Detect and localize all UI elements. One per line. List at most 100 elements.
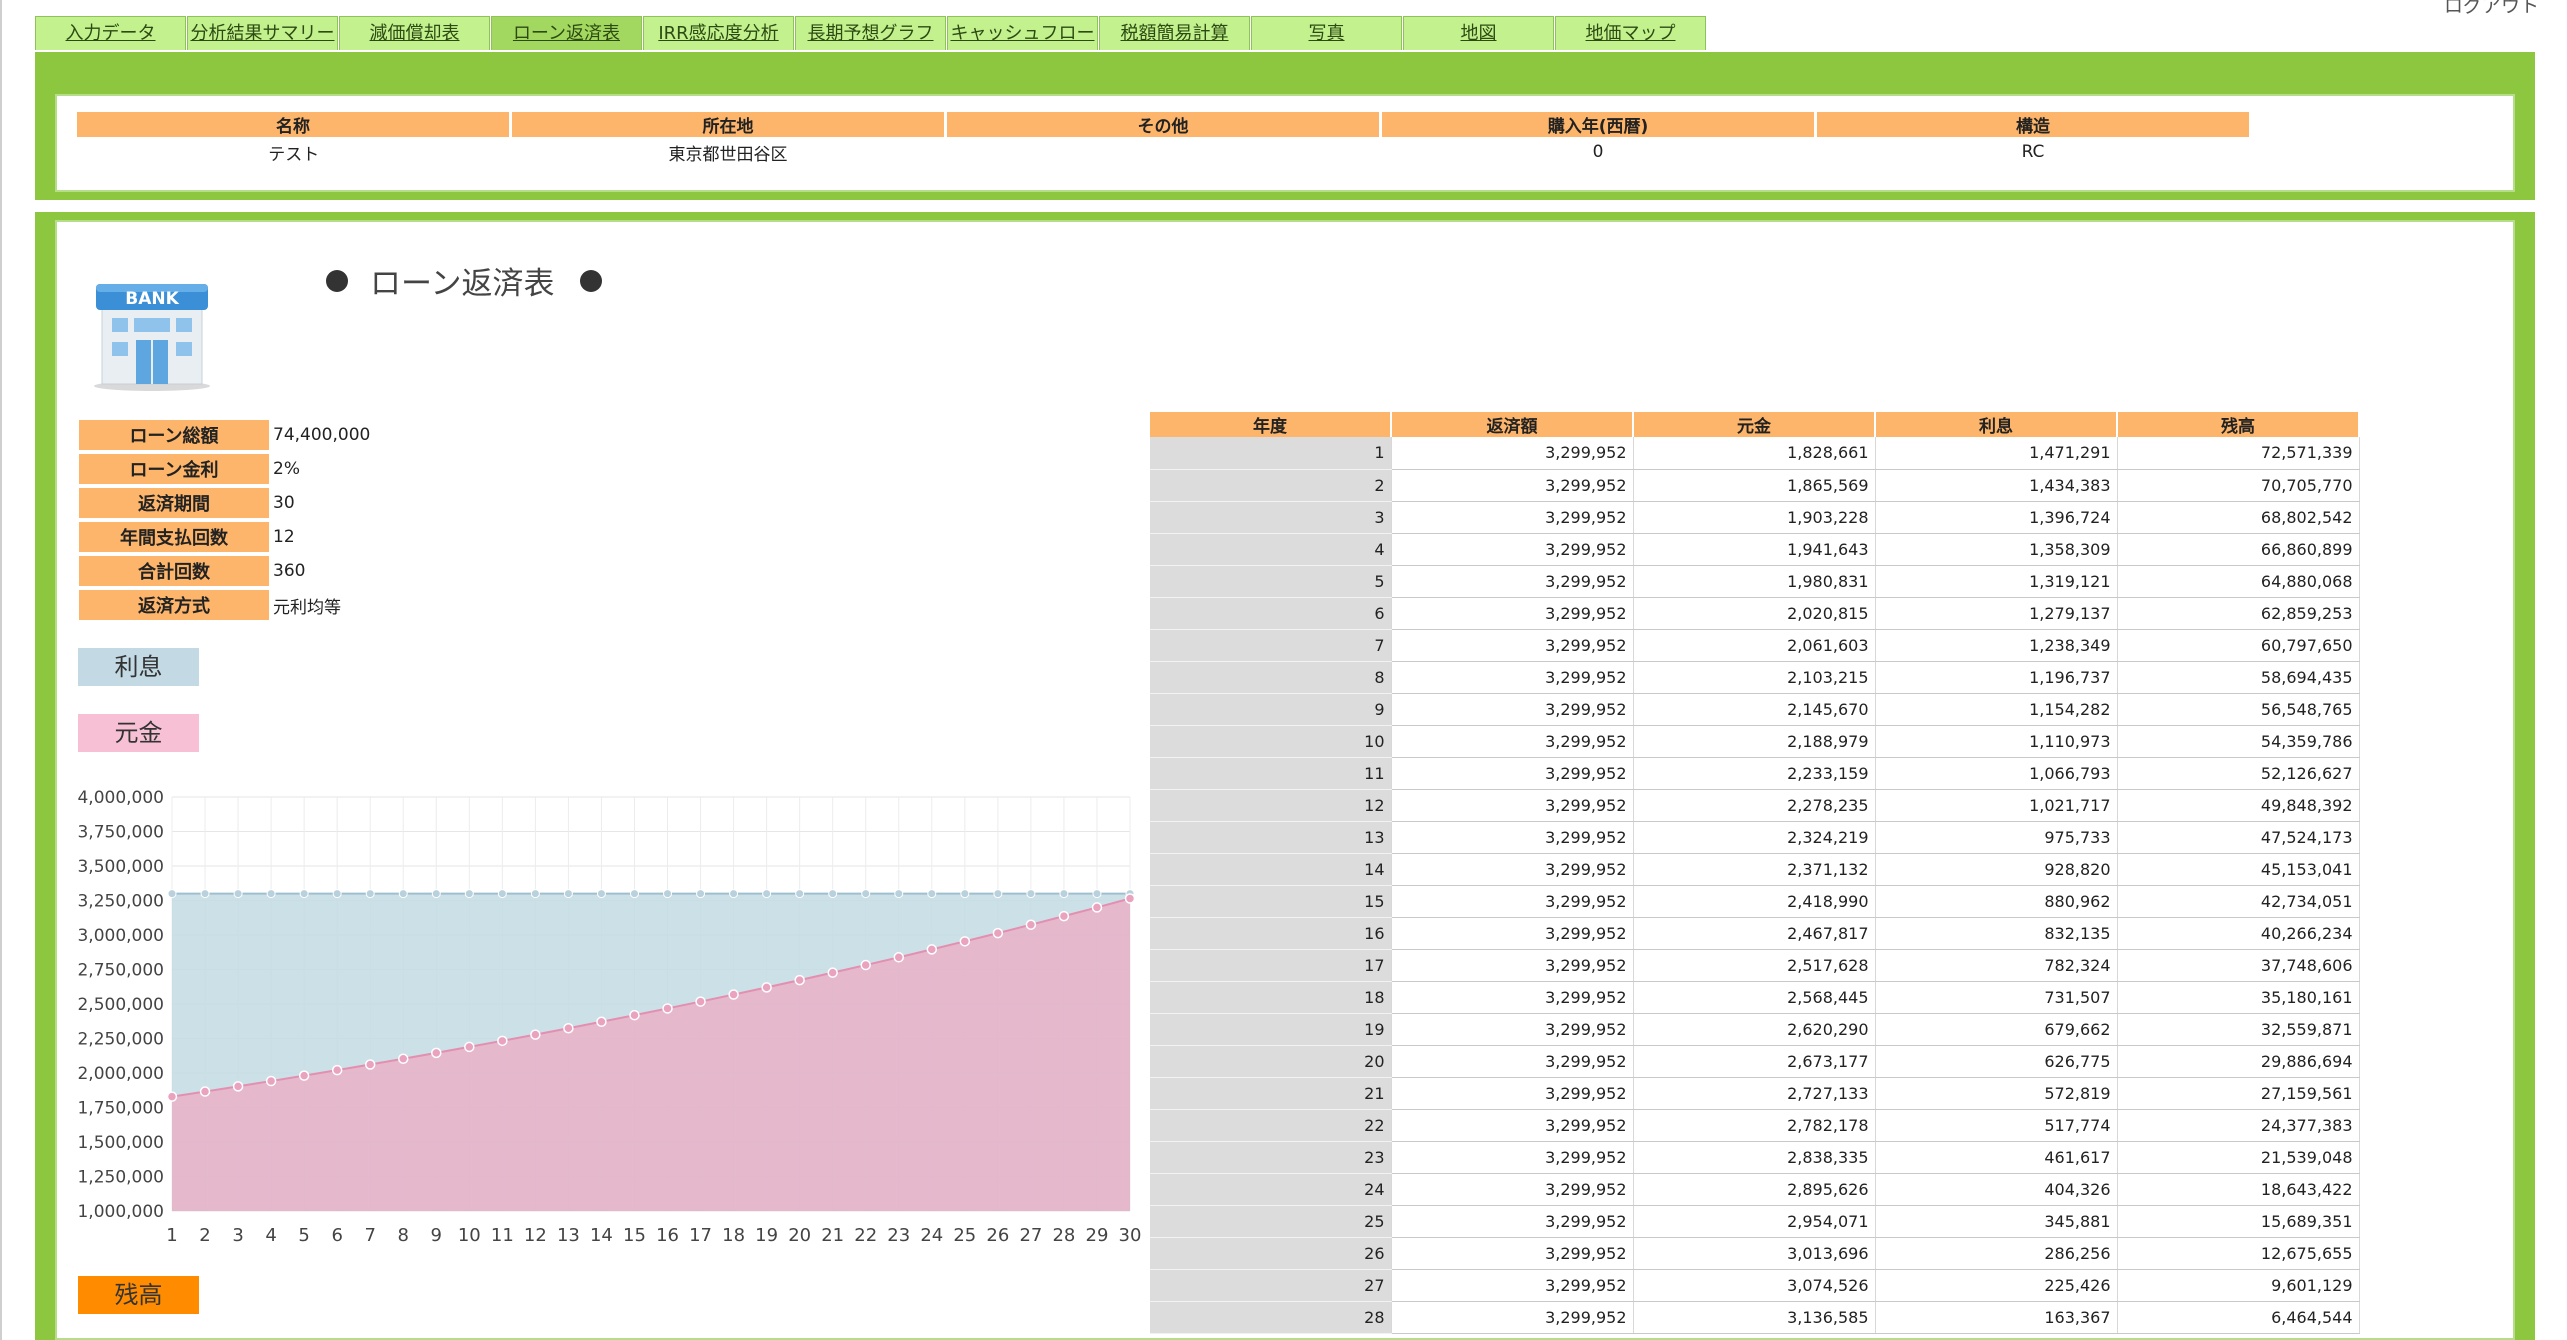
principal-point (959, 936, 971, 947)
y-tick-label: 3,500,000 (77, 857, 164, 877)
amount-cell: 49,848,392 (2117, 789, 2360, 822)
interest-point (960, 889, 970, 899)
tab-6[interactable]: 長期予想グラフ (795, 16, 946, 50)
loan-info-label: ローン総額 (79, 420, 269, 450)
bullet-icon (580, 269, 603, 292)
x-tick-label: 17 (689, 1225, 712, 1246)
amount-cell: 3,299,952 (1391, 789, 1634, 822)
interest-point (398, 889, 408, 899)
amount-cell: 2,145,670 (1633, 693, 1876, 726)
tab-3[interactable]: 減価償却表 (339, 16, 490, 50)
schedule-header: 残高 (2117, 412, 2360, 437)
x-tick-label: 4 (265, 1225, 276, 1246)
amount-cell: 66,860,899 (2117, 533, 2360, 566)
tab-11[interactable]: 地価マップ (1555, 16, 1706, 50)
x-tick-label: 10 (458, 1225, 481, 1246)
tab-1[interactable]: 入力データ (35, 16, 186, 50)
table-row: 11 3,299,952 2,233,159 1,066,793 52,126,627 (1150, 757, 2360, 790)
amount-cell: 2,673,177 (1633, 1045, 1876, 1078)
tab-4[interactable]: ローン返済表 (491, 16, 642, 50)
interest-point (530, 889, 540, 899)
year-cell: 23 (1150, 1141, 1392, 1174)
amount-cell: 72,571,339 (2117, 437, 2360, 470)
tab-9[interactable]: 写真 (1251, 16, 1402, 50)
loan-info-value: 30 (273, 493, 295, 513)
amount-cell: 54,359,786 (2117, 725, 2360, 758)
logout-link[interactable]: ログアウト (2444, 0, 2539, 18)
amount-cell: 3,299,952 (1391, 661, 1634, 694)
amount-cell: 3,074,526 (1633, 1269, 1876, 1302)
amount-cell: 3,299,952 (1391, 437, 1634, 470)
principal-point (397, 1053, 409, 1065)
tab-7[interactable]: キャッシュフロー (947, 16, 1098, 50)
property-header: 構造 (1815, 112, 2252, 137)
amount-cell: 52,126,627 (2117, 757, 2360, 790)
loan-info-table: ローン総額 74,400,000 ローン金利 2% 返済期間 30 年間支払回数 12 合計回数… (79, 416, 371, 624)
amount-cell: 2,838,335 (1633, 1141, 1876, 1174)
loan-info-value: 元利均等 (273, 597, 341, 618)
table-row: 8 3,299,952 2,103,215 1,196,737 58,694,435 (1150, 661, 2360, 694)
amount-cell: 404,326 (1875, 1173, 2118, 1206)
amount-cell: 1,434,383 (1875, 469, 2118, 502)
tab-5[interactable]: IRR感応度分析 (643, 16, 794, 50)
year-cell: 21 (1150, 1077, 1392, 1110)
loan-info-label: 返済方式 (79, 590, 269, 620)
property-value: 東京都世田谷区 (668, 144, 788, 165)
amount-cell: 3,299,952 (1391, 981, 1634, 1014)
amount-cell: 2,727,133 (1633, 1077, 1876, 1110)
tab-10[interactable]: 地図 (1403, 16, 1554, 50)
amount-cell: 62,859,253 (2117, 597, 2360, 630)
table-row: 14 3,299,952 2,371,132 928,820 45,153,041 (1150, 853, 2360, 886)
amount-cell: 3,299,952 (1391, 885, 1634, 918)
y-tick-label: 1,500,000 (77, 1133, 164, 1153)
tab-2[interactable]: 分析結果サマリー (187, 16, 338, 50)
amount-cell: 3,136,585 (1633, 1301, 1876, 1334)
page-title: ローン返済表 (326, 258, 603, 303)
interest-point (200, 889, 210, 899)
interest-point (266, 889, 276, 899)
y-tick-label: 3,000,000 (77, 926, 164, 946)
table-row: 22 3,299,952 2,782,178 517,774 24,377,383 (1150, 1109, 2360, 1142)
x-tick-label: 7 (364, 1225, 375, 1246)
year-cell: 27 (1150, 1269, 1392, 1302)
amount-cell: 35,180,161 (2117, 981, 2360, 1014)
property-value: 0 (1592, 142, 1604, 162)
amount-cell: 3,299,952 (1391, 565, 1634, 598)
amount-cell: 21,539,048 (2117, 1141, 2360, 1174)
amount-cell: 2,233,159 (1633, 757, 1876, 790)
table-row: 2 3,299,952 1,865,569 1,434,383 70,705,770 (1150, 469, 2360, 502)
loan-info-value: 2% (273, 459, 300, 479)
year-cell: 18 (1150, 981, 1392, 1014)
principal-point (992, 927, 1004, 939)
principal-point (761, 982, 772, 993)
amount-cell: 2,278,235 (1633, 789, 1876, 822)
amount-cell: 225,426 (1875, 1269, 2118, 1302)
x-tick-label: 16 (656, 1225, 679, 1246)
table-row: 16 3,299,952 2,467,817 832,135 40,266,234 (1150, 917, 2360, 950)
amount-cell: 461,617 (1875, 1141, 2118, 1174)
loan-info-label: 合計回数 (79, 556, 269, 586)
amount-cell: 3,299,952 (1391, 501, 1634, 534)
year-cell: 17 (1150, 949, 1392, 982)
amount-cell: 2,418,990 (1633, 885, 1876, 918)
year-cell: 13 (1150, 821, 1392, 854)
amount-cell: 626,775 (1875, 1045, 2118, 1078)
loan-info-row: 年間支払回数 12 (79, 522, 371, 552)
property-header: その他 (945, 112, 1382, 137)
interest-point (464, 889, 474, 899)
loan-area-chart: 1,000,000 1,250,000 1,500,000 1,750,000 2,00… (77, 788, 1141, 1246)
amount-cell: 2,371,132 (1633, 853, 1876, 886)
page-title-text: ローン返済表 (370, 266, 555, 302)
interest-point (696, 889, 706, 899)
amount-cell: 18,643,422 (2117, 1173, 2360, 1206)
x-tick-label: 18 (722, 1225, 745, 1246)
amount-cell: 45,153,041 (2117, 853, 2360, 886)
amount-cell: 3,299,952 (1391, 693, 1634, 726)
amount-cell: 9,601,129 (2117, 1269, 2360, 1302)
amount-cell: 163,367 (1875, 1301, 2118, 1334)
x-tick-label: 13 (557, 1225, 580, 1246)
interest-point (629, 889, 639, 899)
year-cell: 22 (1150, 1109, 1392, 1142)
tab-8[interactable]: 税額簡易計算 (1099, 16, 1250, 50)
amount-cell: 1,110,973 (1875, 725, 2118, 758)
